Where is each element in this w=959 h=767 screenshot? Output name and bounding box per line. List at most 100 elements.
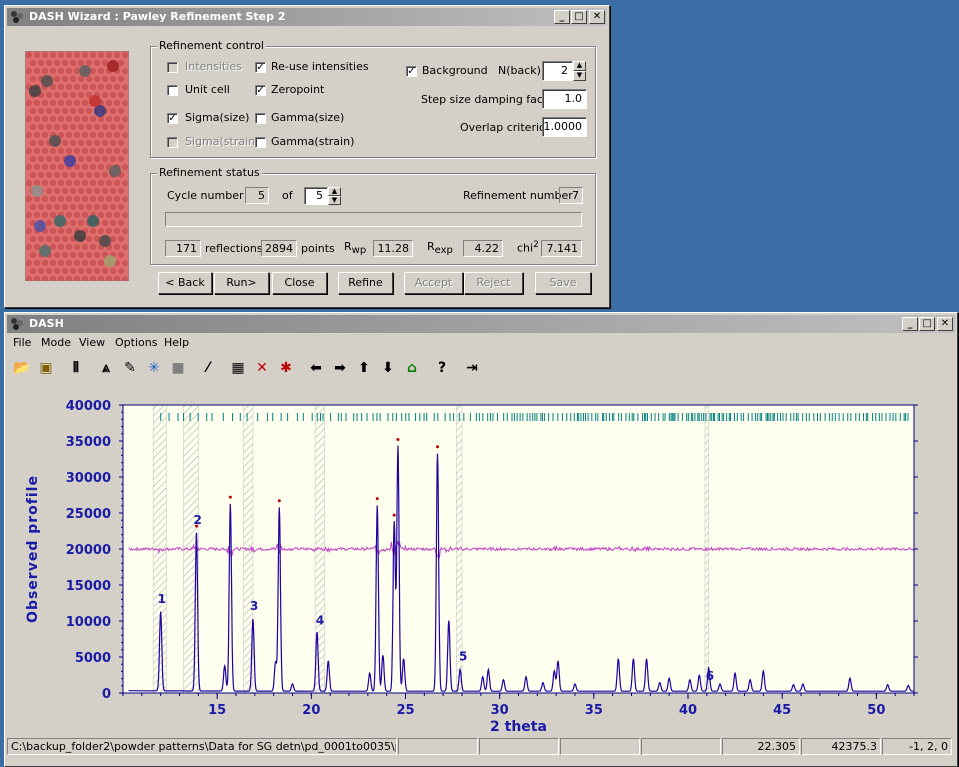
x-tick-label: 45 [773, 703, 791, 718]
close-window-button[interactable]: ✕ [937, 317, 953, 331]
save-icon[interactable]: ▣ [35, 357, 57, 379]
dash-app-icon [11, 11, 23, 23]
sigma-strain-checkbox[interactable] [167, 137, 178, 148]
intensities-label: Intensities [185, 60, 242, 73]
refine-button[interactable]: Refine [338, 272, 393, 294]
plot-area[interactable] [123, 405, 914, 693]
status-y-value: 42375.3 [801, 738, 881, 755]
menu-view[interactable]: View [79, 336, 105, 349]
right-arrow-icon[interactable]: ➡ [329, 357, 351, 379]
zeropoint-label: Zeropoint [271, 83, 325, 96]
refinement-status-group: Refinement status Cycle number 5 of 5 ▲ … [150, 166, 596, 265]
clear-icon[interactable]: ✱ [275, 357, 297, 379]
nback-spin-down[interactable]: ▼ [573, 71, 586, 81]
minimize-button[interactable]: _ [902, 317, 918, 331]
peak-top-marker [375, 497, 379, 501]
accept-button[interactable]: Accept [404, 272, 463, 294]
peak-top-marker [392, 513, 396, 517]
maximize-button[interactable]: □ [571, 10, 587, 24]
gamma-strain-checkbox[interactable] [255, 137, 266, 148]
refinement-control-label: Refinement control [157, 39, 266, 52]
intensities-checkbox[interactable] [167, 62, 178, 73]
cycle-total-spin-down[interactable]: ▼ [328, 196, 341, 205]
peak-top-marker [436, 445, 440, 449]
home-icon[interactable]: ⌂ [401, 357, 423, 379]
reuse-intensities-checkbox[interactable]: ✓ [255, 62, 266, 73]
main-title: DASH [29, 317, 64, 330]
y-tick-label: 30000 [66, 471, 111, 486]
step-damping-input[interactable]: 1.0 [542, 89, 587, 109]
refinement-number-value: 7 [559, 187, 583, 204]
wizard-titlebar[interactable]: DASH Wizard : Pawley Refinement Step 2 _… [7, 8, 607, 26]
x-axis-label: 2 theta [490, 719, 547, 735]
save-button[interactable]: Save [535, 272, 591, 294]
rwp-label: Rwp [344, 240, 367, 257]
run-button[interactable]: Run> [214, 272, 269, 294]
background-label: Background [422, 64, 488, 77]
status-hkl: -1, 2, 0 [882, 738, 952, 755]
refinement-number-label: Refinement number [463, 189, 573, 202]
rexp-value: 4.22 [463, 240, 503, 257]
delete-icon[interactable]: ✕ [251, 357, 273, 379]
x-tick-label: 20 [302, 703, 320, 718]
points-value: 2894 [261, 240, 297, 257]
down-arrow-icon[interactable]: ⬇ [377, 357, 399, 379]
exit-icon[interactable]: ⇥ [461, 357, 483, 379]
pointer-icon[interactable]: ✎ [119, 357, 141, 379]
peak-icon[interactable]: ⩓ [95, 357, 117, 379]
left-arrow-icon[interactable]: ⬅ [305, 357, 327, 379]
y-tick-label: 5000 [75, 651, 111, 666]
unit-cell-label: Unit cell [185, 83, 230, 96]
zeropoint-checkbox[interactable]: ✓ [255, 85, 266, 96]
star-icon[interactable]: ✳ [143, 357, 165, 379]
minimize-button[interactable]: _ [554, 10, 570, 24]
overlap-criterion-input[interactable]: 1.0000 [542, 117, 587, 137]
background-checkbox[interactable]: ✓ [406, 66, 417, 77]
wand-icon[interactable]: ⁄ [197, 357, 219, 379]
stop-icon[interactable]: ■ [167, 357, 189, 379]
sigma-size-checkbox[interactable]: ✓ [167, 113, 178, 124]
peak-label-5: 5 [459, 650, 467, 664]
y-tick-label: 25000 [66, 507, 111, 522]
powder-pattern-chart[interactable]: 1234560500010000150002000025000300003500… [7, 385, 953, 735]
reflections-value: 171 [165, 240, 201, 257]
menu-file[interactable]: File [13, 336, 31, 349]
back-button[interactable]: < Back [158, 272, 212, 294]
main-titlebar[interactable]: DASH _ □ ✕ [7, 315, 955, 333]
menu-options[interactable]: Options [115, 336, 157, 349]
grid-icon[interactable]: ▦ [227, 357, 249, 379]
status-empty-3 [560, 738, 640, 755]
unit-cell-checkbox[interactable] [167, 85, 178, 96]
maximize-button[interactable]: □ [919, 317, 935, 331]
reject-button[interactable]: Reject [464, 272, 523, 294]
nback-input[interactable]: 2 [542, 61, 573, 81]
nback-spin-up[interactable]: ▲ [573, 61, 586, 71]
overlap-criterion-label: Overlap criterion [460, 121, 553, 134]
y-tick-label: 0 [102, 687, 111, 702]
profile-icon[interactable]: ⫴ [65, 357, 87, 379]
refinement-progress-bar [165, 212, 582, 227]
status-empty-4 [641, 738, 721, 755]
menu-help[interactable]: Help [164, 336, 189, 349]
y-tick-label: 40000 [66, 399, 111, 414]
menu-mode[interactable]: Mode [41, 336, 71, 349]
cycle-number-value: 5 [245, 187, 269, 204]
gamma-size-checkbox[interactable] [255, 113, 266, 124]
reflections-label: reflections [205, 242, 263, 255]
of-label: of [282, 189, 293, 202]
rexp-label: Rexp [427, 240, 453, 257]
cycle-total-spin-up[interactable]: ▲ [328, 187, 341, 196]
peak-top-marker [277, 499, 281, 503]
status-bar: C:\backup_folder2\powder patterns\Data f… [7, 738, 953, 756]
wizard-title: DASH Wizard : Pawley Refinement Step 2 [29, 10, 286, 23]
help-icon[interactable]: ? [431, 357, 453, 379]
status-empty-1 [398, 738, 478, 755]
cycle-total-input[interactable]: 5 [304, 187, 328, 205]
up-arrow-icon[interactable]: ⬆ [353, 357, 375, 379]
x-tick-label: 15 [208, 703, 226, 718]
open-icon[interactable]: 📂 [11, 357, 33, 379]
close-window-button[interactable]: ✕ [589, 10, 605, 24]
close-button[interactable]: Close [272, 272, 327, 294]
toolbar: 📂 ▣ ⫴ ⩓ ✎ ✳ ■ ⁄ ▦ ✕ ✱ ⬅ ➡ ⬆ ⬇ ⌂? ⇥ [7, 355, 953, 381]
sigma-strain-label: Sigma(strain) [185, 135, 260, 148]
